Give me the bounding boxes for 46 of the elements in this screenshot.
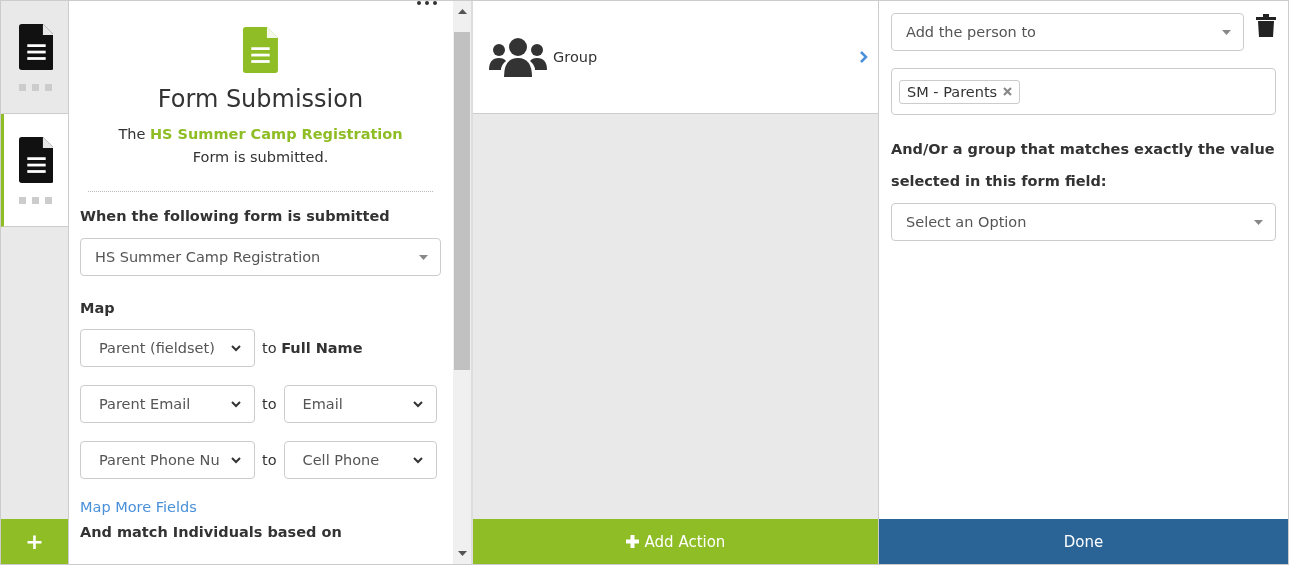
target-label: to Full Name — [262, 340, 363, 356]
form-label: When the following form is submitted — [80, 208, 391, 224]
scroll-up-icon[interactable] — [457, 9, 467, 14]
tag-field[interactable]: SM - Parents — [891, 68, 1276, 115]
scrollbar[interactable] — [453, 1, 473, 564]
panel-title: Form Submission — [157, 85, 364, 113]
target-select[interactable]: Cell Phone — [283, 441, 437, 479]
form-select[interactable]: HS Summer Camp Registration — [80, 238, 441, 276]
done-button[interactable]: Done — [879, 519, 1288, 564]
plus-icon — [625, 535, 639, 548]
to-label: to — [262, 396, 277, 412]
action-card[interactable]: Group — [473, 1, 878, 114]
chevron-down-icon — [230, 344, 242, 352]
document-icon — [243, 27, 278, 73]
document-icon — [18, 23, 54, 70]
caret-icon — [1222, 29, 1231, 35]
option-select[interactable]: Select an Option — [891, 203, 1276, 241]
chevron-down-icon — [230, 456, 242, 464]
more-icon[interactable] — [417, 1, 437, 5]
to-label: to — [262, 452, 277, 468]
group-tag: SM - Parents — [899, 79, 1021, 104]
trash-icon[interactable] — [1256, 14, 1276, 37]
trigger-item[interactable] — [1, 114, 68, 227]
drag-handle-icon — [19, 196, 53, 204]
source-select[interactable]: Parent Email — [80, 385, 255, 423]
source-select[interactable]: Parent (fieldset) — [80, 329, 255, 367]
remove-icon[interactable] — [1003, 87, 1013, 96]
chevron-down-icon — [411, 400, 424, 408]
caret-icon — [1254, 219, 1263, 225]
group-select[interactable]: Add the person to — [891, 13, 1244, 51]
field-label: And/Or a group that matches exactly the value selected in this form field: — [891, 140, 1276, 191]
target-select[interactable]: Email — [283, 385, 437, 423]
chevron-right-icon — [860, 51, 868, 63]
source-select[interactable]: Parent Phone Nu — [80, 441, 255, 479]
description: The HS Summer Camp Registration Form is submitted. — [118, 125, 403, 167]
map-label: Map — [80, 300, 116, 316]
scroll-thumb[interactable] — [454, 32, 470, 370]
drag-handle-icon — [19, 83, 53, 91]
document-icon — [18, 136, 54, 183]
chevron-down-icon — [411, 456, 424, 464]
match-label: And match Individuals based on — [80, 524, 343, 540]
group-icon — [489, 37, 547, 77]
scroll-down-icon[interactable] — [457, 551, 467, 556]
caret-icon — [419, 254, 428, 260]
chevron-down-icon — [230, 400, 242, 408]
action-label: Group — [553, 49, 599, 65]
